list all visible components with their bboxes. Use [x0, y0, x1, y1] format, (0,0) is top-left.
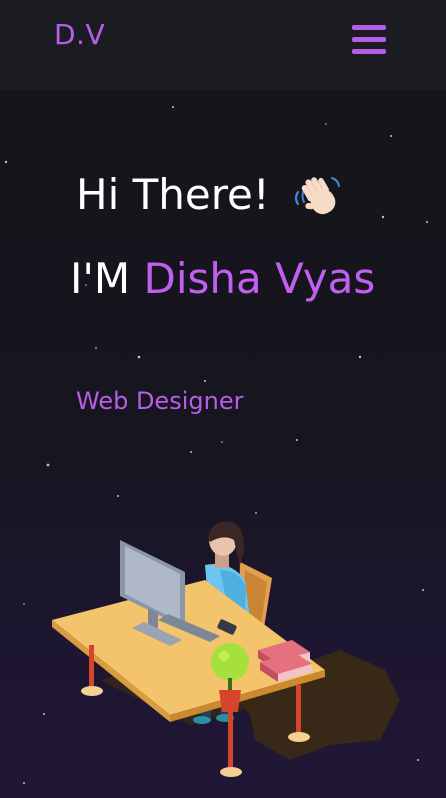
hamburger-menu-icon[interactable]: [352, 25, 386, 55]
waving-hand-icon: [294, 177, 340, 215]
intro-heading: I'M Disha Vyas: [70, 254, 375, 303]
role-text: Web Designer: [76, 387, 244, 415]
woman-working-at-desk-illustration: [52, 521, 400, 777]
navbar: D.V: [0, 0, 446, 90]
person-name: Disha Vyas: [143, 254, 376, 303]
site-logo[interactable]: D.V: [54, 18, 105, 51]
greeting-heading: Hi There!: [76, 170, 270, 219]
intro-prefix: I'M: [70, 254, 131, 303]
